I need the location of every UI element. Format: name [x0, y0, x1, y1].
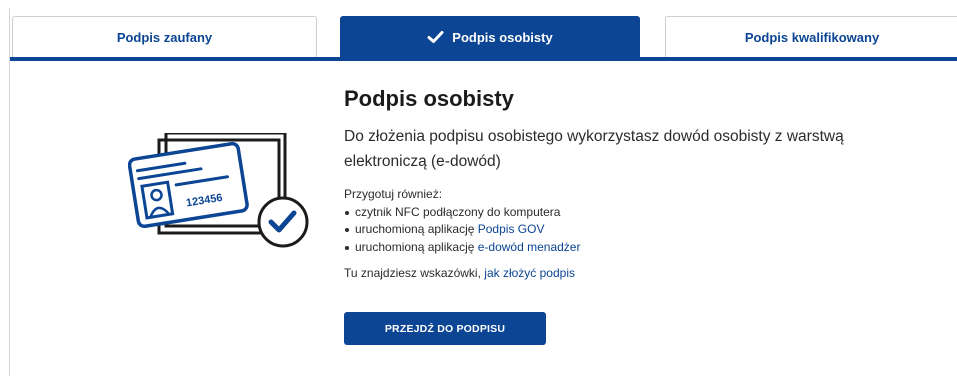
id-card-icon: 123456 — [128, 141, 249, 229]
tab-label: Podpis zaufany — [116, 29, 213, 45]
lead-text: Do złożenia podpisu osobistego wykorzyst… — [344, 128, 844, 170]
hint-text: Tu znajdziesz wskazówki, jak złożyć podp… — [344, 266, 575, 280]
list-item: uruchomioną aplikację e-dowód menadżer — [344, 239, 944, 257]
tab-podpis-zaufany[interactable]: Podpis zaufany — [12, 16, 317, 57]
tab-podpis-osobisty[interactable]: Podpis osobisty — [340, 16, 640, 57]
go-to-signature-button[interactable]: PRZEJDŹ DO PODPISU — [344, 312, 546, 345]
tab-label: Podpis kwalifikowany — [744, 29, 880, 45]
how-to-sign-link[interactable]: jak złożyć podpis — [484, 266, 575, 280]
tab-label: Podpis osobisty — [452, 29, 553, 45]
signature-type-tabs: Podpis zaufany Podpis osobisty Podpis kw… — [10, 16, 957, 61]
tab-podpis-kwalifikowany[interactable]: Podpis kwalifikowany — [665, 16, 957, 57]
podpis-gov-link[interactable]: Podpis GOV — [478, 222, 545, 236]
prepare-label: Przygotuj również: — [344, 187, 443, 201]
main-content: Podpis osobisty Do złożenia podpisu osob… — [344, 84, 944, 345]
check-circle-icon — [257, 196, 309, 248]
requirements-list: czytnik NFC podłączony do komputera uruc… — [344, 204, 944, 257]
list-item: czytnik NFC podłączony do komputera — [344, 204, 944, 222]
check-icon — [427, 31, 444, 43]
id-card-illustration: 123456 — [128, 133, 309, 248]
page-title: Podpis osobisty — [344, 86, 514, 111]
e-dowod-menadzer-link[interactable]: e-dowód menadżer — [478, 240, 581, 254]
list-item: uruchomioną aplikację Podpis GOV — [344, 221, 944, 239]
